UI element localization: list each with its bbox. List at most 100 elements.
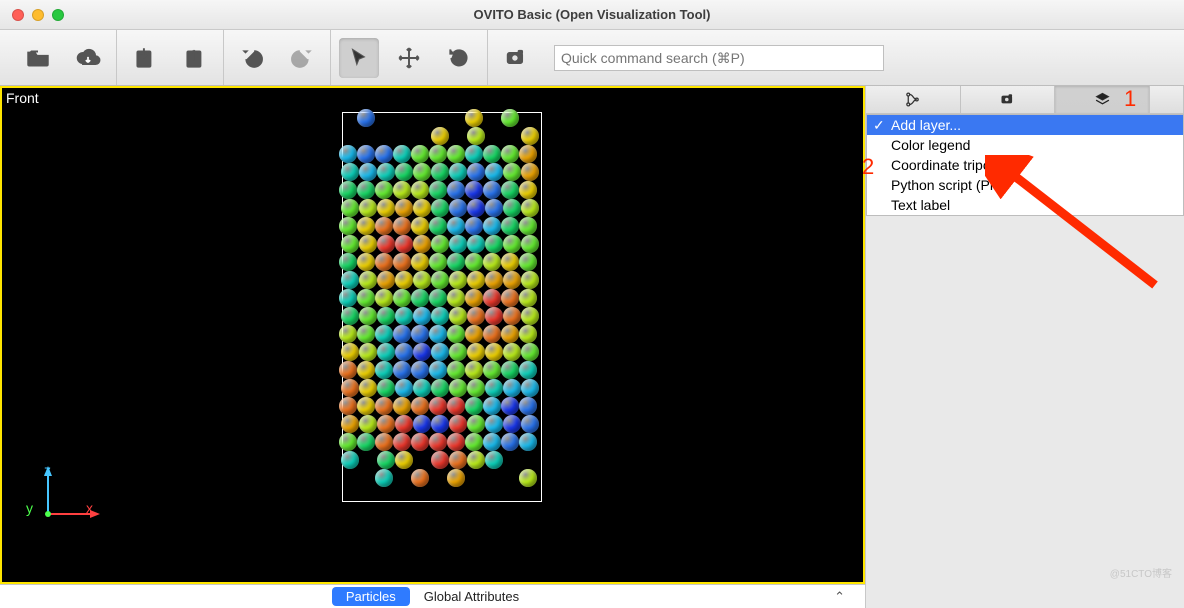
particle: [413, 199, 431, 217]
tab-viewport-layers[interactable]: [1055, 86, 1150, 113]
particle: [429, 397, 447, 415]
particle: [339, 361, 357, 379]
particle: [483, 289, 501, 307]
particle: [339, 145, 357, 163]
particle: [447, 289, 465, 307]
particle: [465, 289, 483, 307]
particle: [395, 199, 413, 217]
particle: [519, 397, 537, 415]
particle: [411, 145, 429, 163]
menu-item-color-legend[interactable]: Color legend: [867, 135, 1183, 155]
particle: [485, 307, 503, 325]
particle: [501, 289, 519, 307]
particle: [431, 163, 449, 181]
tab-render-settings[interactable]: [961, 86, 1056, 113]
particle: [339, 217, 357, 235]
render-button[interactable]: [496, 38, 536, 78]
download-remote-button[interactable]: [68, 38, 108, 78]
particle: [447, 397, 465, 415]
menu-item-coordinate-tripod[interactable]: Coordinate tripod: [867, 155, 1183, 175]
check-icon: ✓: [873, 117, 885, 134]
particle: [411, 325, 429, 343]
viewport-front[interactable]: Front z y x: [0, 86, 865, 584]
particle: [467, 271, 485, 289]
particle: [411, 397, 429, 415]
menu-item-add-layer[interactable]: ✓ Add layer...: [867, 115, 1183, 135]
export-button[interactable]: [175, 38, 215, 78]
redo-button[interactable]: [282, 38, 322, 78]
menu-item-text-label[interactable]: Text label: [867, 195, 1183, 215]
particle: [359, 235, 377, 253]
particle: [357, 361, 375, 379]
tab-collapse-caret[interactable]: ⌃: [834, 589, 845, 605]
quick-command-search-input[interactable]: [554, 45, 884, 71]
particle: [483, 145, 501, 163]
tab-global-attributes[interactable]: Global Attributes: [410, 587, 533, 606]
particle: [465, 109, 483, 127]
tab-pipeline[interactable]: [866, 86, 961, 113]
particle: [465, 217, 483, 235]
particle: [413, 307, 431, 325]
particle: [431, 307, 449, 325]
particle: [341, 415, 359, 433]
tab-extra[interactable]: [1150, 86, 1184, 113]
select-tool-button[interactable]: [339, 38, 379, 78]
particle: [339, 433, 357, 451]
particle: [449, 415, 467, 433]
particle: [359, 343, 377, 361]
right-panel-body: [866, 216, 1184, 608]
import-button[interactable]: [125, 38, 165, 78]
particle: [503, 415, 521, 433]
right-tabstrip: [866, 86, 1184, 114]
particle: [503, 379, 521, 397]
particle: [411, 469, 429, 487]
tab-particles[interactable]: Particles: [332, 587, 410, 606]
window-title: OVITO Basic (Open Visualization Tool): [0, 7, 1184, 22]
watermark: @51CTO博客: [1110, 565, 1172, 580]
particle: [485, 163, 503, 181]
particle: [357, 325, 375, 343]
particle: [429, 253, 447, 271]
minimize-window-dot[interactable]: [32, 9, 44, 21]
particle: [521, 271, 539, 289]
particle: [431, 271, 449, 289]
rotate-tool-button[interactable]: [439, 38, 479, 78]
axis-z-label: z: [44, 462, 51, 478]
particle: [467, 235, 485, 253]
particle: [339, 253, 357, 271]
particle: [483, 253, 501, 271]
particle: [485, 379, 503, 397]
particle: [449, 235, 467, 253]
undo-button[interactable]: [232, 38, 272, 78]
particle: [413, 235, 431, 253]
open-file-button[interactable]: [18, 38, 58, 78]
particle: [503, 163, 521, 181]
menu-item-python-script[interactable]: Python script (Pro): [867, 175, 1183, 195]
particle: [393, 289, 411, 307]
particle: [377, 199, 395, 217]
particle: [395, 163, 413, 181]
particle: [503, 343, 521, 361]
particle: [501, 181, 519, 199]
particle: [375, 433, 393, 451]
particle: [377, 343, 395, 361]
particle: [377, 235, 395, 253]
particle: [431, 379, 449, 397]
move-tool-button[interactable]: [389, 38, 429, 78]
particle: [483, 217, 501, 235]
particle: [359, 199, 377, 217]
particle: [431, 415, 449, 433]
particle: [341, 451, 359, 469]
zoom-window-dot[interactable]: [52, 9, 64, 21]
particle: [429, 217, 447, 235]
particle: [519, 217, 537, 235]
particle: [375, 145, 393, 163]
particle: [503, 307, 521, 325]
particle: [359, 379, 377, 397]
close-window-dot[interactable]: [12, 9, 24, 21]
particle: [359, 307, 377, 325]
particle: [501, 109, 519, 127]
viewport-column: Front z y x Particles Global Attributes: [0, 86, 865, 608]
particle: [413, 271, 431, 289]
particle: [521, 163, 539, 181]
